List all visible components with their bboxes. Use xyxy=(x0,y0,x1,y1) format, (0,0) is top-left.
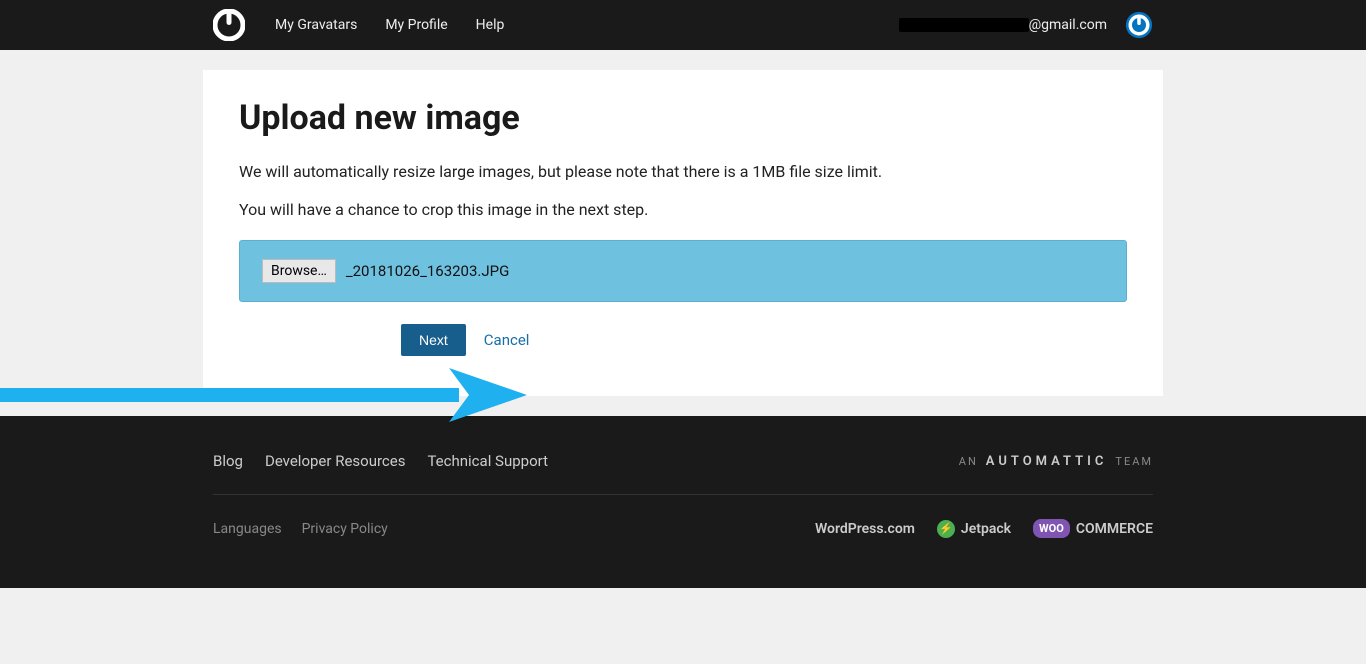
nav-help[interactable]: Help xyxy=(476,17,505,33)
footer-link-languages[interactable]: Languages xyxy=(213,521,282,537)
redacted-email-prefix xyxy=(899,18,1029,32)
nav-links: My Gravatars My Profile Help xyxy=(275,17,504,33)
tag-suffix: TEAM xyxy=(1115,455,1153,468)
footer-brands: WordPress.com ⚡ Jetpack WOO COMMERCE xyxy=(815,519,1153,538)
footer-inner: Blog Developer Resources Technical Suppo… xyxy=(213,452,1153,538)
action-row: Next Cancel xyxy=(239,324,1127,356)
footer-row-2: Languages Privacy Policy WordPress.com ⚡… xyxy=(213,519,1153,538)
user-email[interactable]: @gmail.com xyxy=(899,17,1107,33)
footer-links-secondary: Languages Privacy Policy xyxy=(213,521,388,537)
nav-my-gravatars[interactable]: My Gravatars xyxy=(275,17,357,33)
footer-link-blog[interactable]: Blog xyxy=(213,452,243,470)
brand-jetpack[interactable]: ⚡ Jetpack xyxy=(937,520,1011,538)
brand-woocommerce[interactable]: WOO COMMERCE xyxy=(1033,519,1153,538)
next-button[interactable]: Next xyxy=(401,324,466,356)
automattic-tagline: AN AUTOMATTIC TEAM xyxy=(959,454,1153,469)
footer: Blog Developer Resources Technical Suppo… xyxy=(0,416,1366,588)
automattic-logo-text: AUTOMATTIC xyxy=(986,454,1108,469)
nav-my-profile[interactable]: My Profile xyxy=(385,17,447,33)
description-line-1: We will automatically resize large image… xyxy=(239,160,1127,184)
browse-button[interactable]: Browse… xyxy=(262,259,336,283)
cancel-link[interactable]: Cancel xyxy=(484,331,530,349)
gravatar-logo-icon[interactable] xyxy=(213,9,245,41)
jetpack-label: Jetpack xyxy=(961,521,1011,537)
footer-links-primary: Blog Developer Resources Technical Suppo… xyxy=(213,452,548,470)
description-line-2: You will have a chance to crop this imag… xyxy=(239,198,1127,222)
selected-filename: _20181026_163203.JPG xyxy=(346,262,509,280)
footer-link-privacy[interactable]: Privacy Policy xyxy=(302,521,388,537)
header-right: @gmail.com xyxy=(899,11,1153,39)
email-suffix: @gmail.com xyxy=(1029,17,1107,33)
woo-badge: WOO xyxy=(1033,519,1070,538)
brand-wordpress[interactable]: WordPress.com xyxy=(815,521,915,537)
upload-box: Browse… _20181026_163203.JPG xyxy=(239,240,1127,302)
footer-row-1: Blog Developer Resources Technical Suppo… xyxy=(213,452,1153,470)
top-header: My Gravatars My Profile Help @gmail.com xyxy=(0,0,1366,50)
avatar-icon[interactable] xyxy=(1125,11,1153,39)
header-inner: My Gravatars My Profile Help @gmail.com xyxy=(213,9,1153,41)
footer-divider xyxy=(213,494,1153,495)
woo-suffix: COMMERCE xyxy=(1076,521,1153,537)
footer-link-dev[interactable]: Developer Resources xyxy=(265,452,405,470)
main-card: Upload new image We will automatically r… xyxy=(203,70,1163,396)
page-title: Upload new image xyxy=(239,98,1127,138)
jetpack-icon: ⚡ xyxy=(937,520,955,538)
footer-link-support[interactable]: Technical Support xyxy=(427,452,548,470)
tag-prefix: AN xyxy=(959,455,978,468)
